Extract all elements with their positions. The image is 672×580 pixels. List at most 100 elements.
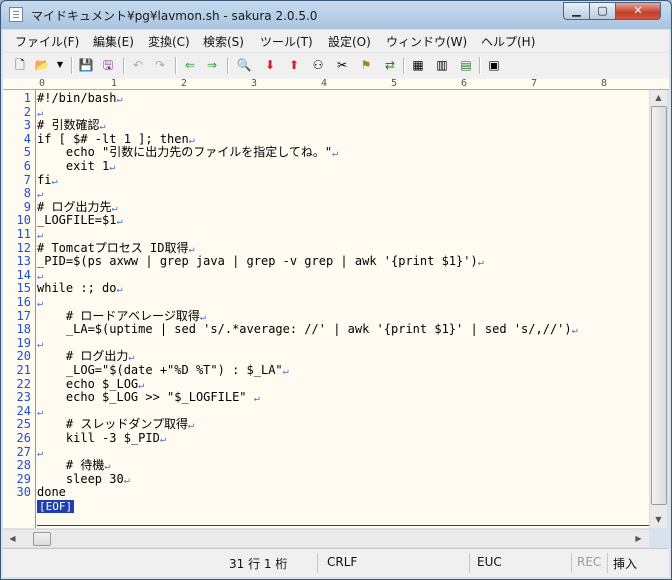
- line-number: 8: [23, 186, 31, 201]
- line-number: 15: [16, 281, 31, 296]
- rec-indicator: REC: [577, 555, 602, 569]
- new-file-icon[interactable]: 🗋: [11, 56, 29, 74]
- title-bar[interactable]: マイドキュメント¥pg¥lavmon.sh - sakura 2.0.5.0 ▁…: [1, 1, 671, 29]
- line-number: 18: [16, 322, 31, 337]
- line-number: 17: [16, 308, 31, 323]
- code-line[interactable]: _PID=$(ps axww | grep java | grep -v gre…: [37, 254, 484, 270]
- replace-icon[interactable]: ⇄: [381, 56, 399, 74]
- toolbar-separator: [175, 57, 177, 74]
- text-editor[interactable]: 1 #!/bin/bash↵ 2 ↵ 3 # 引数確認↵ 4 if [ $# -lt 1 ];…: [3, 90, 649, 528]
- window-list-icon[interactable]: ▣: [485, 56, 503, 74]
- scroll-down-icon[interactable]: ▼: [651, 512, 666, 527]
- save-icon[interactable]: 💾: [77, 56, 95, 74]
- maximize-button[interactable]: ▢: [589, 2, 616, 20]
- crlf-mark: ↵: [282, 366, 289, 377]
- bookmark-icon[interactable]: ⚑: [357, 56, 375, 74]
- crlf-mark: ↵: [109, 162, 116, 173]
- menu-bar: ファイル(F) 編集(E) 変換(C) 検索(S) ツール(T) 設定(O) ウ…: [3, 30, 669, 53]
- crlf-mark: ↵: [116, 284, 123, 296]
- scroll-left-icon[interactable]: ◀: [5, 531, 20, 546]
- code-text: done: [37, 485, 66, 500]
- line-number: 16: [16, 295, 31, 309]
- insert-mode: 挿入: [613, 557, 638, 571]
- close-button[interactable]: ✕: [615, 2, 661, 20]
- save-all-icon[interactable]: 🖫: [99, 56, 117, 74]
- code-line[interactable]: echo $_LOG >> "$_LOGFILE" ↵: [37, 390, 260, 406]
- typeset-icon[interactable]: ▤: [457, 56, 475, 74]
- toolbar-separator: [123, 57, 125, 74]
- code-line[interactable]: kill -3 $_PID↵: [37, 431, 166, 447]
- open-folder-icon[interactable]: 📂: [33, 56, 51, 74]
- menu-convert[interactable]: 変換(C): [148, 33, 190, 50]
- code-line[interactable]: _LOGFILE=$1↵: [37, 214, 123, 229]
- line-number: 26: [16, 431, 31, 445]
- menu-search[interactable]: 検索(S): [203, 33, 244, 50]
- search-icon[interactable]: 🔍: [235, 56, 253, 74]
- code-line[interactable]: while :; do↵: [37, 282, 123, 297]
- menu-edit[interactable]: 編集(E): [93, 33, 134, 50]
- menu-file[interactable]: ファイル(F): [15, 33, 79, 50]
- line-number: 10: [16, 213, 31, 228]
- code-text: if [ $# -lt 1 ]; then: [37, 131, 189, 146]
- menu-tools[interactable]: ツール(T): [260, 33, 313, 50]
- menu-window[interactable]: ウィンドウ(W): [386, 33, 467, 50]
- toolbar-separator: [227, 57, 229, 74]
- dropdown-icon[interactable]: ▼: [55, 56, 65, 74]
- encoding: EUC: [477, 555, 502, 569]
- line-number: 30: [16, 485, 31, 500]
- crlf-mark: ↵: [159, 434, 166, 445]
- code-text: kill -3 $_PID: [37, 431, 160, 445]
- find-clear-icon[interactable]: ✂: [333, 56, 351, 74]
- code-text: echo $_LOG >> "$_LOGFILE": [37, 390, 254, 405]
- crlf-mark: ↵: [332, 148, 339, 160]
- line-number: 11: [16, 227, 31, 241]
- editor-window: マイドキュメント¥pg¥lavmon.sh - sakura 2.0.5.0 ▁…: [0, 0, 672, 580]
- crlf-mark: ↵: [37, 107, 44, 119]
- scroll-up-icon[interactable]: ▲: [651, 90, 666, 105]
- code-line[interactable]: fi↵: [37, 172, 57, 189]
- code-line[interactable]: done: [37, 486, 66, 500]
- crlf-mark: ↵: [37, 298, 44, 309]
- code-text: # ログ出力先: [37, 199, 112, 214]
- undo-icon[interactable]: ↶: [129, 56, 147, 74]
- scroll-right-icon[interactable]: ▶: [631, 531, 646, 546]
- status-bar: 31 行 1 桁 CRLF EUC REC 挿入: [3, 548, 669, 577]
- vertical-scroll-thumb[interactable]: [651, 106, 667, 505]
- code-line[interactable]: #!/bin/bash↵: [37, 91, 123, 107]
- crlf-mark: ↵: [37, 338, 44, 350]
- horizontal-scrollbar[interactable]: ◀ ▶: [3, 529, 649, 547]
- horizontal-scroll-thumb[interactable]: [33, 532, 51, 546]
- menu-settings[interactable]: 設定(O): [328, 33, 371, 50]
- ruler-label: 1: [111, 78, 118, 89]
- crlf-mark: ↵: [116, 216, 123, 228]
- settings-icon[interactable]: ▥: [433, 56, 451, 74]
- line-number: 3: [23, 118, 31, 133]
- line-ending: CRLF: [327, 555, 358, 569]
- vertical-scrollbar[interactable]: ▲ ▼: [649, 90, 667, 528]
- forward-icon[interactable]: ⇒: [203, 56, 221, 74]
- outline-icon[interactable]: ▦: [409, 56, 427, 74]
- status-separator: [317, 553, 318, 573]
- line-number: 29: [16, 471, 31, 486]
- search-prev-icon[interactable]: ⬆: [285, 56, 303, 74]
- crlf-mark: ↵: [116, 94, 123, 105]
- line-number: 9: [23, 199, 31, 214]
- ruler-label: 2: [181, 78, 188, 89]
- minimize-button[interactable]: ▁: [563, 2, 590, 20]
- toolbar-separator: [479, 57, 481, 74]
- grep-icon[interactable]: ⚇: [309, 56, 327, 74]
- menu-help[interactable]: ヘルプ(H): [481, 33, 535, 50]
- search-next-icon[interactable]: ⬇: [261, 56, 279, 74]
- code-text: sleep 30: [37, 471, 124, 486]
- app-icon[interactable]: [9, 7, 23, 22]
- status-separator: [607, 553, 608, 573]
- crlf-mark: ↵: [253, 393, 260, 405]
- line-number: 4: [23, 131, 31, 146]
- crlf-mark: ↵: [104, 461, 111, 473]
- crlf-mark: ↵: [99, 121, 106, 133]
- back-icon[interactable]: ⇐: [181, 56, 199, 74]
- redo-icon[interactable]: ↷: [151, 56, 169, 74]
- code-text: fi: [37, 172, 52, 187]
- code-line[interactable]: _LA=$(uptime | sed 's/.*average: //' | a…: [37, 322, 578, 338]
- line-number: 27: [16, 444, 31, 459]
